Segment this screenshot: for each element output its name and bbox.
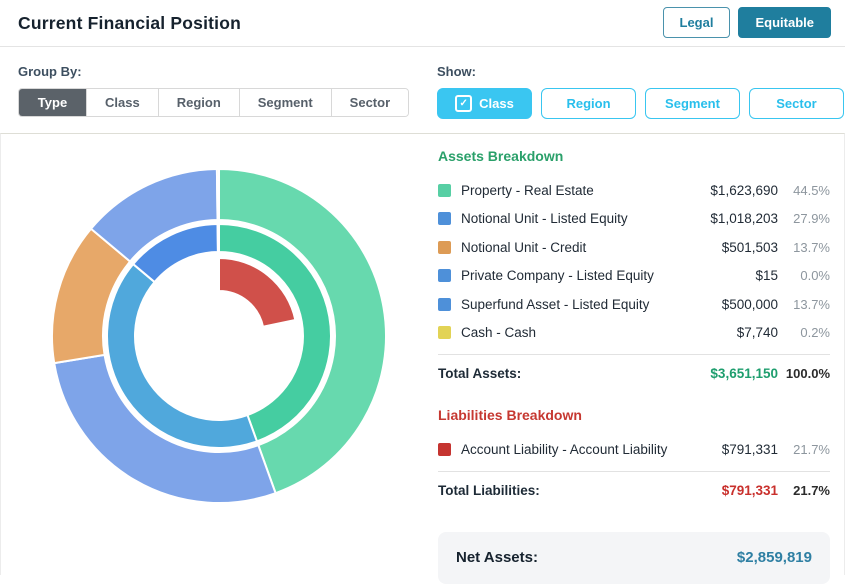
show-region-label: Region: [566, 96, 611, 111]
group-by-class-button[interactable]: Class: [87, 89, 159, 116]
total-liabilities-label: Total Liabilities:: [438, 482, 540, 498]
show-label: Show:: [437, 64, 476, 79]
total-assets-value: $3,651,150: [710, 366, 778, 381]
controls-row: Group By: Type Class Region Segment Sect…: [0, 60, 845, 130]
page-header: Current Financial Position Legal Equitab…: [0, 0, 845, 47]
page-title: Current Financial Position: [18, 12, 242, 33]
net-assets-value: $2,859,819: [736, 549, 812, 566]
legend-swatch-icon: [438, 183, 451, 197]
show-region-toggle[interactable]: Region: [541, 88, 636, 119]
equitable-button[interactable]: Equitable: [738, 7, 831, 38]
assets-breakdown-heading: Assets Breakdown: [438, 148, 564, 164]
liabilities-breakdown-heading: Liabilities Breakdown: [438, 407, 582, 423]
group-by-segment-button[interactable]: Segment: [239, 89, 332, 116]
legend-item-percent: 0.0%: [800, 268, 830, 284]
legend-item-label: Property - Real Estate: [461, 182, 594, 198]
group-by-label: Group By:: [18, 64, 82, 79]
legend-item-value: $15: [755, 268, 778, 284]
entity-toggle: Legal Equitable: [662, 7, 831, 38]
show-class-toggle[interactable]: ✓ Class: [437, 88, 532, 119]
net-assets-card: Net Assets: $2,859,819: [438, 531, 830, 584]
donut-segment-assets-by-type-middle[interactable]: [216, 223, 220, 254]
legend-item-percent: 44.5%: [793, 182, 830, 198]
liabilities-rows: Account Liability - Account Liability $79…: [438, 435, 830, 464]
checkbox-checked-icon: ✓: [455, 95, 473, 112]
legal-button[interactable]: Legal: [662, 7, 731, 38]
group-by-section: Group By: Type Class Region Segment Sect…: [18, 64, 410, 117]
legend-item-value: $1,018,203: [710, 211, 778, 227]
total-assets-label: Total Assets:: [438, 366, 522, 381]
legend-row: Property - Real Estate $1,623,690 44.5%: [438, 176, 830, 205]
legend-row: Superfund Asset - Listed Equity $500,000 1…: [438, 290, 830, 319]
legend-item-percent: 27.9%: [793, 211, 830, 227]
net-assets-label: Net Assets:: [456, 549, 538, 566]
group-by-button-group: Type Class Region Segment Sector: [18, 88, 410, 117]
total-assets-pct: 100.0%: [785, 366, 830, 381]
show-segment-toggle[interactable]: Segment: [645, 88, 740, 119]
group-by-sector-button[interactable]: Sector: [331, 89, 409, 116]
financial-position-panel: Assets Breakdown Property - Real Estate $…: [0, 133, 845, 584]
legend-item-value: $7,740: [736, 325, 778, 341]
legend-row: Cash - Cash $7,740 0.2%: [438, 319, 830, 348]
show-class-label: Class: [479, 96, 514, 111]
legend-item-label: Superfund Asset - Listed Equity: [461, 296, 650, 312]
legend-swatch-icon: [438, 442, 451, 456]
show-segment-label: Segment: [665, 96, 720, 111]
group-by-region-button[interactable]: Region: [158, 89, 240, 116]
group-by-type-button[interactable]: Type: [19, 89, 87, 116]
legend-item-value: $791,331: [721, 441, 778, 457]
legend-row: Private Company - Listed Equity $15 0.0%: [438, 262, 830, 291]
assets-rows: Property - Real Estate $1,623,690 44.5% Not…: [438, 176, 830, 347]
legend-item-percent: 13.7%: [793, 296, 830, 312]
legend-item-label: Cash - Cash: [461, 325, 537, 341]
legend-swatch-icon: [438, 269, 451, 283]
show-sector-toggle[interactable]: Sector: [749, 88, 844, 119]
legend-item-percent: 13.7%: [793, 239, 830, 255]
show-button-group: ✓ Class Region Segment Sector: [437, 88, 844, 119]
show-sector-label: Sector: [776, 96, 817, 111]
total-liabilities-pct: 21.7%: [793, 482, 830, 498]
legend-item-value: $501,503: [721, 239, 778, 255]
legend-item-percent: 21.7%: [793, 441, 830, 457]
donut-segment-assets-by-item-outer[interactable]: [215, 167, 220, 222]
donut-chart-svg: [51, 167, 387, 504]
legend-swatch-icon: [438, 212, 451, 226]
legend-item-label: Notional Unit - Credit: [461, 239, 587, 255]
legend-item-label: Private Company - Listed Equity: [461, 268, 654, 284]
legend-item-label: Account Liability - Account Liability: [461, 441, 668, 457]
legend-item-value: $500,000: [721, 296, 778, 312]
legend-row: Notional Unit - Credit $501,503 13.7%: [438, 233, 830, 262]
total-liabilities-value: $791,331: [721, 482, 778, 498]
legend-row: Account Liability - Account Liability $79…: [438, 435, 830, 464]
legend-item-value: $1,623,690: [710, 182, 778, 198]
legend-item-label: Notional Unit - Listed Equity: [461, 211, 628, 227]
legend-row: Notional Unit - Listed Equity $1,018,203 2…: [438, 205, 830, 234]
legend-item-percent: 0.2%: [800, 325, 830, 341]
legend-swatch-icon: [438, 240, 451, 254]
legend-swatch-icon: [438, 297, 451, 311]
donut-chart: [11, 134, 431, 574]
total-assets-row: Total Assets: $3,651,150 100.0%: [438, 354, 830, 383]
total-liabilities-row: Total Liabilities: $791,331 21.7%: [438, 470, 830, 500]
legend-swatch-icon: [438, 326, 451, 340]
show-section: Show: ✓ Class Region Segment Sector: [437, 64, 844, 119]
breakdown-column: Assets Breakdown Property - Real Estate $…: [438, 148, 830, 584]
